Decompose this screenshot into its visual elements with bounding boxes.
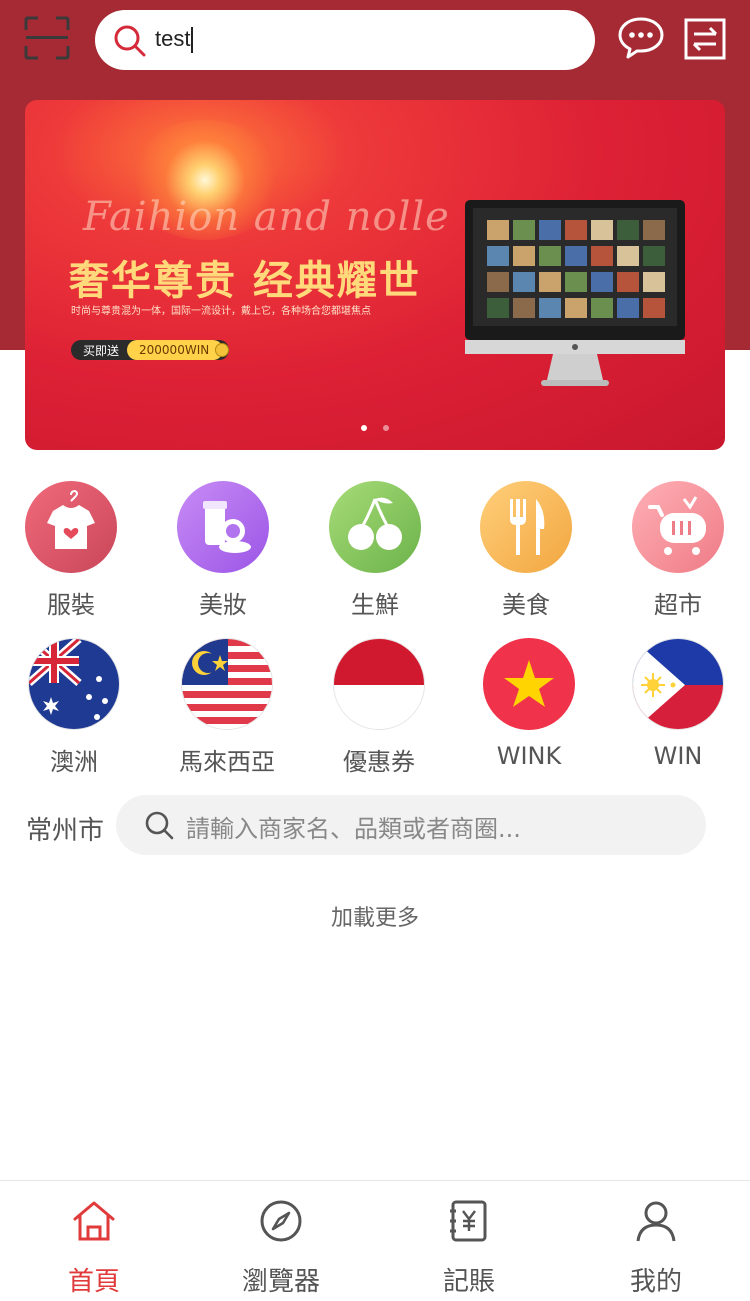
screen-thumbnail bbox=[513, 298, 535, 318]
region-australia[interactable]: 澳洲 bbox=[14, 638, 134, 777]
screen-thumbnail bbox=[591, 220, 613, 240]
category-clothing[interactable]: 服裝 bbox=[11, 481, 131, 620]
screen-thumbnail bbox=[565, 272, 587, 292]
search-input[interactable]: test bbox=[155, 24, 194, 54]
australia-flag-icon bbox=[28, 638, 120, 730]
scan-icon[interactable] bbox=[24, 16, 70, 60]
banner-offer-pill: 买即送 200000WIN bbox=[71, 340, 230, 360]
screen-thumbnail bbox=[487, 246, 509, 266]
screen-thumbnail bbox=[487, 220, 509, 240]
text-caret bbox=[191, 27, 194, 54]
region-win[interactable]: WIN bbox=[618, 638, 738, 770]
category-label: 服裝 bbox=[47, 591, 95, 619]
tab-profile[interactable]: 我的 bbox=[586, 1181, 726, 1301]
offer-key: 买即送 bbox=[83, 343, 120, 358]
tab-browser[interactable]: 瀏覽器 bbox=[211, 1181, 351, 1301]
tab-label: 首頁 bbox=[67, 1267, 120, 1297]
screen-thumbnail bbox=[565, 246, 587, 266]
carousel-dot[interactable] bbox=[383, 425, 389, 431]
compass-icon bbox=[260, 1200, 302, 1242]
category-food[interactable]: 美食 bbox=[466, 481, 586, 620]
search-icon bbox=[114, 25, 146, 57]
screen-thumbnail bbox=[617, 298, 639, 318]
screen-thumbnail bbox=[487, 272, 509, 292]
carousel-indicator bbox=[25, 416, 725, 435]
screen-thumbnail bbox=[643, 220, 665, 240]
category-label: 生鮮 bbox=[351, 591, 399, 619]
banner-script-text: Faihion and nolle bbox=[83, 194, 450, 240]
region-label: 澳洲 bbox=[50, 748, 98, 776]
screen-thumbnail bbox=[617, 246, 639, 266]
category-label: 美食 bbox=[502, 591, 550, 619]
category-label: 超市 bbox=[654, 591, 702, 619]
region-wink[interactable]: WINK bbox=[469, 638, 589, 770]
screen-thumbnail bbox=[617, 220, 639, 240]
search-bar[interactable]: test bbox=[95, 10, 595, 70]
category-label: 美妝 bbox=[199, 591, 247, 619]
screen-thumbnail bbox=[617, 272, 639, 292]
screen-thumbnail bbox=[513, 272, 535, 292]
screen-thumbnail bbox=[565, 298, 587, 318]
promo-banner[interactable]: Faihion and nolle 奢华尊贵 经典耀世 时尚与尊贵混为一体，国际… bbox=[25, 100, 725, 450]
load-more-button[interactable]: 加載更多 bbox=[0, 900, 750, 932]
screen-thumbnail bbox=[643, 246, 665, 266]
screen-thumbnail bbox=[513, 220, 535, 240]
city-selector[interactable]: 常州市 bbox=[26, 810, 104, 847]
monitor-image bbox=[465, 200, 685, 386]
indonesia-flag-icon bbox=[333, 638, 425, 730]
tab-ledger[interactable]: 記賬 bbox=[399, 1181, 539, 1301]
screen-thumbnail bbox=[591, 298, 613, 318]
screen-thumbnail bbox=[539, 298, 561, 318]
search-icon bbox=[145, 811, 174, 840]
bottom-tab-bar: 首頁 瀏覽器 記賬 我的 bbox=[0, 1180, 750, 1300]
screen-thumbnail bbox=[565, 220, 587, 240]
screen-thumbnail bbox=[591, 272, 613, 292]
chat-icon[interactable] bbox=[617, 16, 665, 60]
region-label: WINK bbox=[496, 742, 562, 770]
philippines-flag-icon bbox=[632, 638, 724, 730]
merchant-search-bar[interactable]: 請輸入商家名、品類或者商圈... bbox=[116, 795, 706, 855]
screen-thumbnail bbox=[539, 272, 561, 292]
cosmetics-icon bbox=[177, 481, 269, 573]
user-icon bbox=[636, 1201, 676, 1242]
region-coupon[interactable]: 優惠券 bbox=[319, 638, 439, 777]
region-label: WIN bbox=[653, 742, 703, 770]
vietnam-flag-icon bbox=[483, 638, 575, 730]
search-input-value: test bbox=[155, 26, 191, 51]
carousel-dot-active[interactable] bbox=[361, 425, 367, 431]
category-supermarket[interactable]: 超市 bbox=[618, 481, 738, 620]
category-cosmetics[interactable]: 美妝 bbox=[163, 481, 283, 620]
malaysia-flag-icon bbox=[181, 638, 273, 730]
screen-thumbnail bbox=[539, 246, 561, 266]
coin-icon bbox=[215, 343, 230, 357]
cherry-icon bbox=[329, 481, 421, 573]
region-label: 馬來西亞 bbox=[179, 748, 275, 776]
swap-icon[interactable] bbox=[684, 18, 726, 60]
screen-thumbnail bbox=[513, 246, 535, 266]
shopping-cart-icon bbox=[632, 481, 724, 573]
tab-label: 瀏覽器 bbox=[241, 1267, 320, 1297]
screen-thumbnail bbox=[643, 272, 665, 292]
ledger-icon bbox=[450, 1200, 487, 1242]
screen-thumbnail bbox=[643, 298, 665, 318]
fork-knife-icon bbox=[480, 481, 572, 573]
clothing-icon bbox=[25, 481, 117, 573]
top-bar: test bbox=[0, 0, 750, 80]
offer-value: 200000WIN bbox=[127, 340, 224, 360]
tab-home[interactable]: 首頁 bbox=[24, 1181, 164, 1301]
screen-thumbnail bbox=[539, 220, 561, 240]
region-malaysia[interactable]: 馬來西亞 bbox=[167, 638, 287, 777]
screen-thumbnail bbox=[591, 246, 613, 266]
tab-label: 我的 bbox=[629, 1267, 682, 1297]
banner-subtitle: 时尚与尊贵混为一体，国际一流设计，戴上它，各种场合您都堪焦点 bbox=[71, 306, 371, 317]
category-fresh[interactable]: 生鮮 bbox=[315, 481, 435, 620]
tab-label: 記賬 bbox=[442, 1267, 495, 1297]
screen-thumbnail bbox=[487, 298, 509, 318]
merchant-search-placeholder: 請輸入商家名、品類或者商圈... bbox=[186, 815, 521, 843]
banner-title: 奢华尊贵 经典耀世 bbox=[69, 258, 421, 304]
home-icon bbox=[73, 1201, 115, 1241]
region-label: 優惠券 bbox=[343, 748, 415, 776]
